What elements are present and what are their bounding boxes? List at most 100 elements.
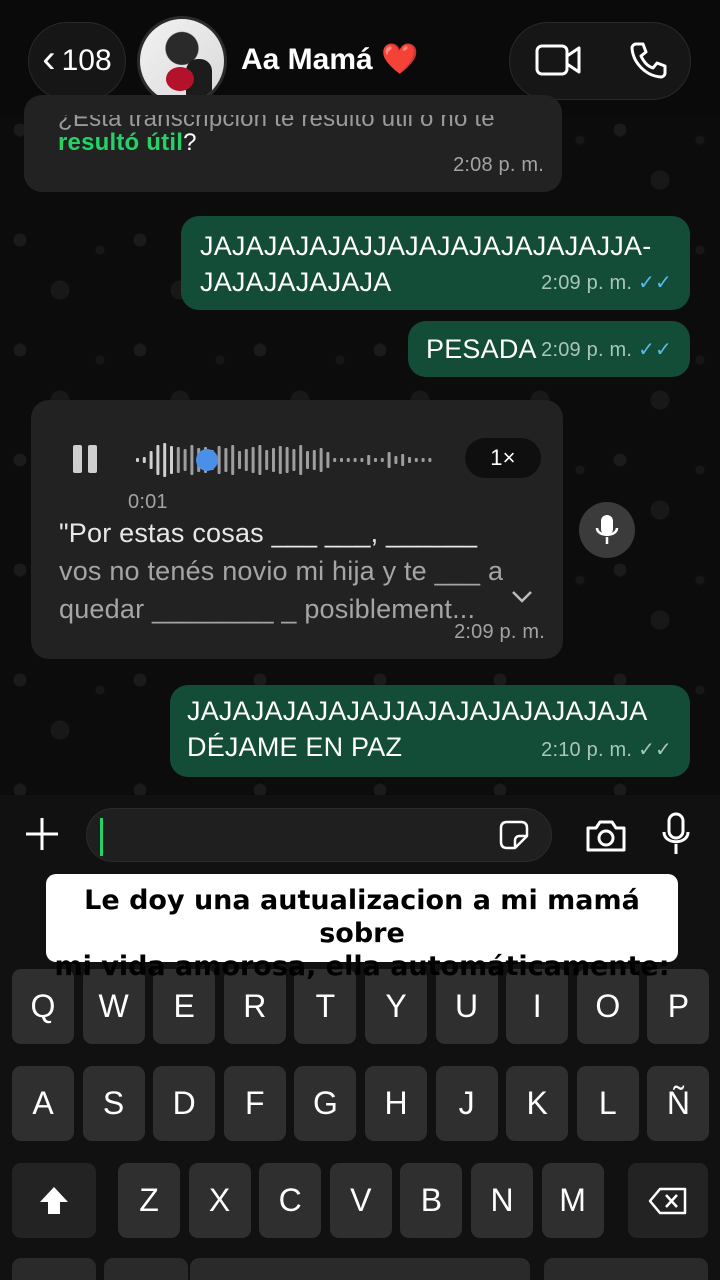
waveform-bar xyxy=(217,446,221,474)
waveform-bar xyxy=(394,456,398,464)
key-h[interactable]: H xyxy=(365,1066,427,1141)
waveform-bar xyxy=(183,449,187,471)
waveform-bar xyxy=(340,458,343,462)
keyboard-bottom-key[interactable] xyxy=(544,1258,708,1280)
key-n[interactable]: N xyxy=(471,1163,533,1238)
message-outgoing[interactable]: PESADA 2:09 p. m. ✓✓ xyxy=(408,321,690,377)
waveform-bar xyxy=(149,451,153,469)
message-suffix: ? xyxy=(183,129,197,156)
key-x[interactable]: X xyxy=(188,1163,251,1238)
message-outgoing[interactable]: JAJAJAJAJAJAJJAJAJAJAJAJAJAJA DÉJAME EN … xyxy=(170,685,690,777)
shift-icon xyxy=(40,1186,68,1214)
keyboard-bottom-key[interactable] xyxy=(104,1258,188,1280)
transcript-line: "Por estas cosas ___ ___, ______ xyxy=(59,518,478,548)
waveform-bar xyxy=(190,445,194,475)
key-c[interactable]: C xyxy=(259,1163,322,1238)
message-incoming[interactable]: ¿Esta transcripción te resultó útil o no… xyxy=(24,95,562,192)
time-text: 2:09 p. m. xyxy=(541,339,633,361)
waveform-bar xyxy=(401,454,405,466)
waveform-bar xyxy=(278,446,282,474)
message-text: resultó útil? xyxy=(58,125,197,161)
message-outgoing[interactable]: JAJAJAJAJAJJAJAJAJAJAJAJAJJA- JAJAJAJAJA… xyxy=(181,216,690,310)
pause-icon[interactable] xyxy=(73,445,101,475)
key-k[interactable]: K xyxy=(506,1066,569,1141)
key-d[interactable]: D xyxy=(153,1066,216,1141)
waveform-bar xyxy=(367,455,371,465)
keyboard-bottom-key[interactable] xyxy=(12,1258,96,1280)
waveform-bar xyxy=(244,449,248,471)
waveform-bar xyxy=(156,445,160,475)
chevron-left-icon: ‹ xyxy=(42,37,56,81)
time-text: 2:09 p. m. xyxy=(541,272,633,294)
waveform-bar xyxy=(258,445,262,475)
key-l[interactable]: L xyxy=(576,1066,639,1141)
waveform-bar xyxy=(360,458,364,462)
key-v[interactable]: V xyxy=(329,1163,392,1238)
waveform-bar xyxy=(319,448,323,472)
waveform-bar xyxy=(224,448,228,472)
plus-icon[interactable] xyxy=(24,816,60,852)
message-time: 2:08 p. m. xyxy=(453,154,544,176)
message-text: PESADA xyxy=(426,334,537,364)
keyboard-bottom-key[interactable] xyxy=(190,1258,530,1280)
transcribe-mic-button[interactable] xyxy=(579,502,635,558)
waveform-bar xyxy=(408,457,411,463)
key-b[interactable]: B xyxy=(400,1163,463,1238)
heart-icon: ❤️ xyxy=(381,43,419,76)
waveform-bar xyxy=(265,450,269,470)
voice-transcript: "Por estas cosas ___ ___, ______ vos no … xyxy=(59,514,539,628)
video-call-icon[interactable] xyxy=(535,43,581,77)
key-f[interactable]: F xyxy=(223,1066,286,1141)
contact-name-text: Aa Mamá xyxy=(241,43,373,76)
waveform-bar xyxy=(285,447,289,473)
waveform-bar xyxy=(312,450,316,470)
key-m[interactable]: M xyxy=(541,1163,604,1238)
playhead-icon xyxy=(196,449,218,471)
time-text: 2:10 p. m. xyxy=(541,739,633,761)
waveform-bar xyxy=(306,451,309,469)
message-time: 2:10 p. m. ✓✓ xyxy=(541,732,672,768)
key-s[interactable]: S xyxy=(82,1066,145,1141)
playback-speed-button[interactable]: 1× xyxy=(465,438,541,478)
contact-name[interactable]: Aa Mamá ❤️ xyxy=(241,42,418,77)
delete-key[interactable] xyxy=(628,1163,708,1238)
back-button[interactable]: ‹ 108 xyxy=(28,22,126,100)
chevron-down-icon[interactable] xyxy=(511,590,533,604)
waveform-bar xyxy=(231,445,235,475)
microphone-icon xyxy=(595,515,619,544)
waveform-bar xyxy=(299,445,303,475)
waveform-bar xyxy=(387,452,391,468)
key-a[interactable]: A xyxy=(12,1066,74,1141)
avatar[interactable] xyxy=(137,16,227,106)
shift-key[interactable] xyxy=(12,1163,96,1238)
waveform-bar xyxy=(414,458,418,462)
read-receipt-icon: ✓✓ xyxy=(638,739,672,761)
feedback-link[interactable]: resultó útil xyxy=(58,129,183,156)
key-ñ[interactable]: Ñ xyxy=(647,1066,710,1141)
waveform-bar xyxy=(142,457,146,463)
waveform-bar xyxy=(428,458,432,462)
avatar-roses xyxy=(166,67,194,91)
microphone-icon[interactable] xyxy=(660,812,692,856)
waveform-bar xyxy=(292,449,296,471)
key-j[interactable]: J xyxy=(435,1066,498,1141)
waveform-bar xyxy=(136,458,139,462)
waveform-bar xyxy=(346,458,350,462)
waveform-bar xyxy=(272,448,275,472)
waveform-bar xyxy=(333,458,337,462)
waveform-bar xyxy=(163,443,167,477)
waveform-bar xyxy=(238,451,241,469)
voice-message[interactable]: 1× 0:01 "Por estas cosas ___ ___, ______… xyxy=(31,400,563,659)
phone-call-icon[interactable] xyxy=(628,40,668,80)
key-z[interactable]: Z xyxy=(118,1163,180,1238)
waveform-bar xyxy=(380,458,384,462)
backspace-icon xyxy=(648,1187,687,1214)
camera-icon[interactable] xyxy=(584,818,628,854)
waveform[interactable] xyxy=(136,438,436,482)
read-receipt-icon: ✓✓ xyxy=(638,272,672,294)
waveform-bar xyxy=(251,447,255,473)
sticker-icon[interactable] xyxy=(497,818,531,852)
message-line: JAJAJAJAJAJJAJAJAJAJAJAJAJJA- xyxy=(200,231,652,261)
message-input[interactable] xyxy=(86,808,552,862)
key-g[interactable]: G xyxy=(294,1066,357,1141)
